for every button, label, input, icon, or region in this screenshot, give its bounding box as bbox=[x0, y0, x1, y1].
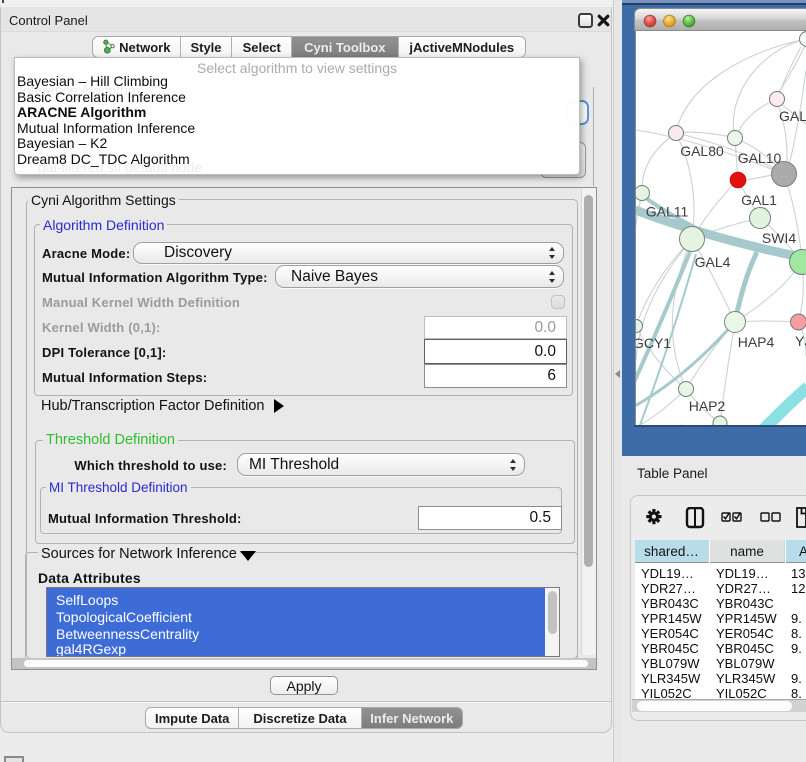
svg-text:GAL4: GAL4 bbox=[695, 254, 731, 270]
svg-text:YJ: YJ bbox=[795, 333, 806, 349]
svg-text:GAL7: GAL7 bbox=[779, 108, 806, 124]
svg-text:HAP4: HAP4 bbox=[738, 334, 775, 350]
svg-text:GAL1: GAL1 bbox=[741, 192, 777, 208]
svg-text:GAL10: GAL10 bbox=[738, 150, 782, 166]
svg-text:GAL80: GAL80 bbox=[680, 143, 724, 159]
svg-text:HAP2: HAP2 bbox=[689, 398, 726, 414]
svg-text:GCY1: GCY1 bbox=[636, 335, 671, 351]
svg-text:GAL11: GAL11 bbox=[646, 204, 689, 220]
svg-text:SWI4: SWI4 bbox=[762, 230, 796, 246]
